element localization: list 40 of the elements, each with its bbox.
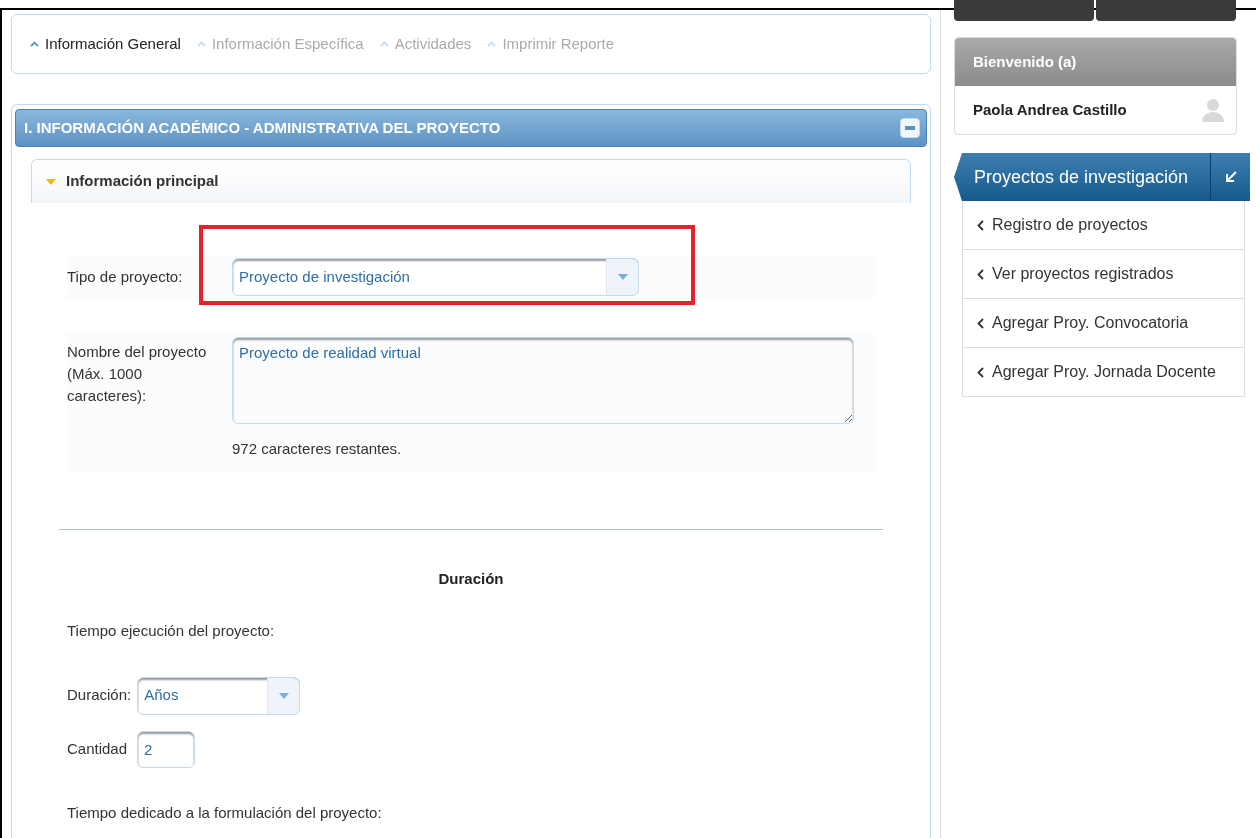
welcome-label: Bienvenido (a) bbox=[973, 51, 1077, 72]
tab[interactable]: Información General bbox=[30, 32, 181, 56]
menu-title: Proyectos de investigación bbox=[974, 165, 1189, 189]
panel-header[interactable]: Información principal bbox=[31, 159, 911, 203]
panel-title: Información principal bbox=[66, 171, 219, 192]
user-icon bbox=[1202, 98, 1224, 122]
menu-item[interactable]: Ver proyectos registrados bbox=[963, 250, 1244, 299]
top-button[interactable] bbox=[1096, 0, 1236, 21]
menu-header[interactable]: Proyectos de investigación bbox=[954, 153, 1250, 201]
caret-down-icon bbox=[278, 692, 289, 699]
character-counter: 972 caracteres restantes. bbox=[232, 439, 403, 459]
top-button[interactable] bbox=[954, 0, 1094, 21]
caret-down-icon bbox=[617, 274, 628, 280]
field-label: Nombre del proyecto (Máx. 1000 caracteres): bbox=[67, 342, 208, 406]
user-name: Paola Andrea Castillo bbox=[973, 99, 1127, 120]
menu-item[interactable]: Agregar Proy. Convocatoria bbox=[963, 299, 1244, 348]
chevron-left-icon bbox=[977, 219, 984, 231]
dropdown[interactable]: Proyecto de investigación bbox=[232, 258, 639, 296]
dropdown[interactable]: Años bbox=[137, 676, 301, 715]
field-label: Duración: bbox=[67, 685, 132, 706]
quantity-field[interactable]: 2 bbox=[137, 730, 196, 768]
chevron-left-icon bbox=[977, 366, 984, 378]
menu-item[interactable]: Registro de proyectos bbox=[963, 201, 1244, 250]
chevron-left-icon bbox=[977, 268, 984, 280]
caret-up-icon bbox=[30, 41, 39, 47]
menu-item[interactable]: Agregar Proy. Jornada Docente bbox=[963, 348, 1244, 397]
collapse-button[interactable] bbox=[900, 118, 920, 138]
arrow-down-left-icon bbox=[1223, 170, 1238, 184]
caret-up-icon bbox=[487, 41, 497, 47]
question-label: Tiempo ejecución del proyecto: bbox=[67, 622, 275, 639]
field-label: Cantidad bbox=[67, 738, 128, 759]
minus-icon bbox=[905, 126, 915, 130]
subsection-title: Duración bbox=[438, 569, 504, 587]
field-label: Tipo de proyecto: bbox=[67, 266, 184, 287]
text-area[interactable]: Proyecto de realidad virtual bbox=[232, 337, 854, 424]
caret-up-icon bbox=[379, 41, 389, 47]
question-label: Tiempo dedicado a la formulación del proyecto: bbox=[67, 803, 382, 821]
caret-up-icon bbox=[196, 41, 206, 47]
section-title: I. INFORMACIÓN ACADÉMICO - ADMINISTRATIVA DEL PROYECTO bbox=[24, 117, 501, 138]
chevron-left-icon bbox=[977, 317, 984, 329]
